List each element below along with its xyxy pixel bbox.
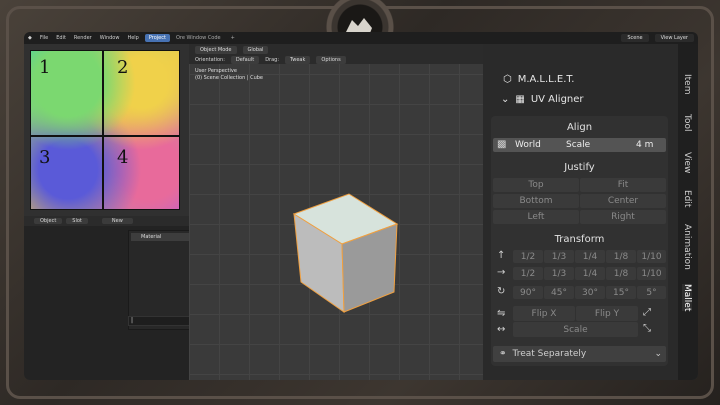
workspace-tab-ore-window-code[interactable]: Ore Window Code (172, 34, 225, 42)
justify-fit-button[interactable]: Fit (580, 178, 666, 192)
grid-line-horizontal (31, 134, 179, 137)
transform-global-dropdown[interactable]: Global (242, 46, 269, 54)
top-bar: ◆ File Edit Render Window Help Project O… (24, 32, 698, 44)
view-type-text: User Perspective (195, 68, 237, 74)
align-scale-field[interactable]: 4 m (636, 140, 653, 150)
cube-icon: ⬡ (503, 74, 512, 85)
material-header: Object Slot New (24, 216, 189, 226)
rotate-45-button[interactable]: 45° (544, 286, 574, 299)
rotate-5-button[interactable]: 5° (637, 286, 666, 299)
offset-right-eighth-button[interactable]: 1/8 (606, 267, 636, 280)
sidebar-tabs: Item Tool View Edit Animation Mallet (678, 44, 698, 380)
align-space-value: World (515, 140, 541, 150)
align-scale-label: Scale (566, 140, 591, 150)
add-workspace-button[interactable]: + (227, 34, 239, 42)
mode-dropdown[interactable]: Object Mode (195, 46, 237, 54)
uv-aligner-header[interactable]: ⌄ ▦ UV Aligner (501, 94, 584, 105)
chevron-down-icon: ⌄ (501, 94, 510, 105)
menu-help[interactable]: Help (123, 35, 142, 41)
tab-item[interactable]: Item (682, 74, 692, 95)
offset-up-quarter-button[interactable]: 1/4 (575, 250, 605, 263)
addon-title: M.A.L.L.E.T. (517, 74, 575, 85)
menu-window[interactable]: Window (96, 35, 124, 41)
tab-tool[interactable]: Tool (682, 114, 692, 131)
rotate-15-button[interactable]: 15° (606, 286, 636, 299)
offset-up-tenth-button[interactable]: 1/10 (637, 250, 666, 263)
cube-object[interactable] (289, 184, 399, 314)
scale-arrows-icon: ↔ (497, 324, 506, 335)
tab-edit[interactable]: Edit (682, 190, 692, 207)
justify-right-button[interactable]: Right (580, 210, 666, 224)
flip-y-button[interactable]: Flip Y (576, 306, 638, 321)
uv-aligner-section: Align ▩ World Scale 4 m Justify Top Fit … (491, 116, 668, 366)
orientation-dropdown[interactable]: Default (230, 56, 260, 64)
tab-animation[interactable]: Animation (682, 224, 692, 270)
treat-separately-label: Treat Separately (512, 349, 587, 359)
object-dropdown[interactable]: Object (34, 218, 63, 224)
viewport-toolbar: Object Mode Global Orientation: Default … (189, 44, 483, 64)
material-panel: Object Slot New Material | (24, 216, 234, 380)
scale-button[interactable]: Scale (513, 322, 638, 337)
blender-logo-icon[interactable]: ◆ (24, 35, 36, 41)
menu-edit[interactable]: Edit (52, 35, 70, 41)
drag-dropdown[interactable]: Tweak (285, 56, 311, 64)
transform-label: Transform (554, 234, 605, 245)
quadrant-label-3: 3 (39, 147, 51, 168)
quadrant-label-1: 1 (39, 57, 51, 78)
arrow-up-icon: ↑ (497, 250, 506, 261)
justify-left-button[interactable]: Left (493, 210, 579, 224)
workspace-tab-project[interactable]: Project (144, 34, 170, 42)
top-bar-right: Scene View Layer (621, 34, 694, 42)
sidebar-panel: ⬡ M.A.L.L.E.T. ⌄ ▦ UV Aligner Align ▩ Wo… (483, 44, 678, 380)
arrow-right-icon: → (497, 267, 506, 278)
rotate-icon: ↻ (497, 286, 506, 297)
options-dropdown[interactable]: Options (316, 56, 346, 64)
collection-text: (0) Scene Collection | Cube (195, 75, 264, 81)
align-label: Align (566, 122, 593, 133)
tab-mallet[interactable]: Mallet (682, 284, 692, 312)
checker-icon: ▩ (497, 139, 507, 150)
offset-right-half-button[interactable]: 1/2 (513, 267, 543, 280)
offset-right-tenth-button[interactable]: 1/10 (637, 267, 666, 280)
justify-bottom-button[interactable]: Bottom (493, 194, 579, 208)
grid-icon: ▦ (515, 94, 525, 105)
link-icon: ⚭ (499, 349, 507, 359)
flip-x-button[interactable]: Flip X (513, 306, 575, 321)
offset-up-eighth-button[interactable]: 1/8 (606, 250, 636, 263)
quadrant-label-2: 2 (117, 57, 129, 78)
uv-image-editor[interactable]: 1 2 3 4 (24, 44, 189, 216)
blender-screen: ◆ File Edit Render Window Help Project O… (24, 32, 698, 380)
treat-separately-dropdown[interactable]: ⚭ Treat Separately ⌄ (493, 346, 666, 362)
offset-right-third-button[interactable]: 1/3 (544, 267, 574, 280)
panel-title: UV Aligner (530, 94, 584, 105)
shrink-arrows-icon[interactable]: ⤡ (643, 323, 651, 334)
addon-header[interactable]: ⬡ M.A.L.L.E.T. (503, 74, 574, 85)
chevron-down-icon: ⌄ (654, 349, 662, 359)
scene-selector[interactable]: Scene (621, 34, 649, 42)
expand-arrows-icon[interactable]: ⤢ (643, 307, 651, 318)
view-layer-selector[interactable]: View Layer (654, 34, 694, 42)
new-material-button[interactable]: New (101, 218, 133, 224)
drag-label: Drag: (265, 57, 280, 63)
uv-texture-image: 1 2 3 4 (30, 50, 180, 210)
rotate-30-button[interactable]: 30° (575, 286, 605, 299)
offset-up-third-button[interactable]: 1/3 (544, 250, 574, 263)
viewport-info: User Perspective (0) Scene Collection | … (195, 68, 263, 82)
tab-view[interactable]: View (682, 152, 692, 173)
orientation-label: Orientation: (195, 57, 225, 63)
justify-top-button[interactable]: Top (493, 178, 579, 192)
justify-label: Justify (564, 162, 595, 173)
grid-line-vertical (102, 51, 105, 209)
menu-file[interactable]: File (36, 35, 52, 41)
menu-render[interactable]: Render (70, 35, 96, 41)
rotate-90-button[interactable]: 90° (513, 286, 543, 299)
slot-dropdown[interactable]: Slot (66, 218, 88, 224)
offset-right-quarter-button[interactable]: 1/4 (575, 267, 605, 280)
3d-viewport[interactable]: Object Mode Global Orientation: Default … (189, 44, 483, 380)
quadrant-label-4: 4 (117, 147, 129, 168)
justify-center-button[interactable]: Center (580, 194, 666, 208)
offset-up-half-button[interactable]: 1/2 (513, 250, 543, 263)
flip-icon: ⇋ (497, 308, 506, 319)
